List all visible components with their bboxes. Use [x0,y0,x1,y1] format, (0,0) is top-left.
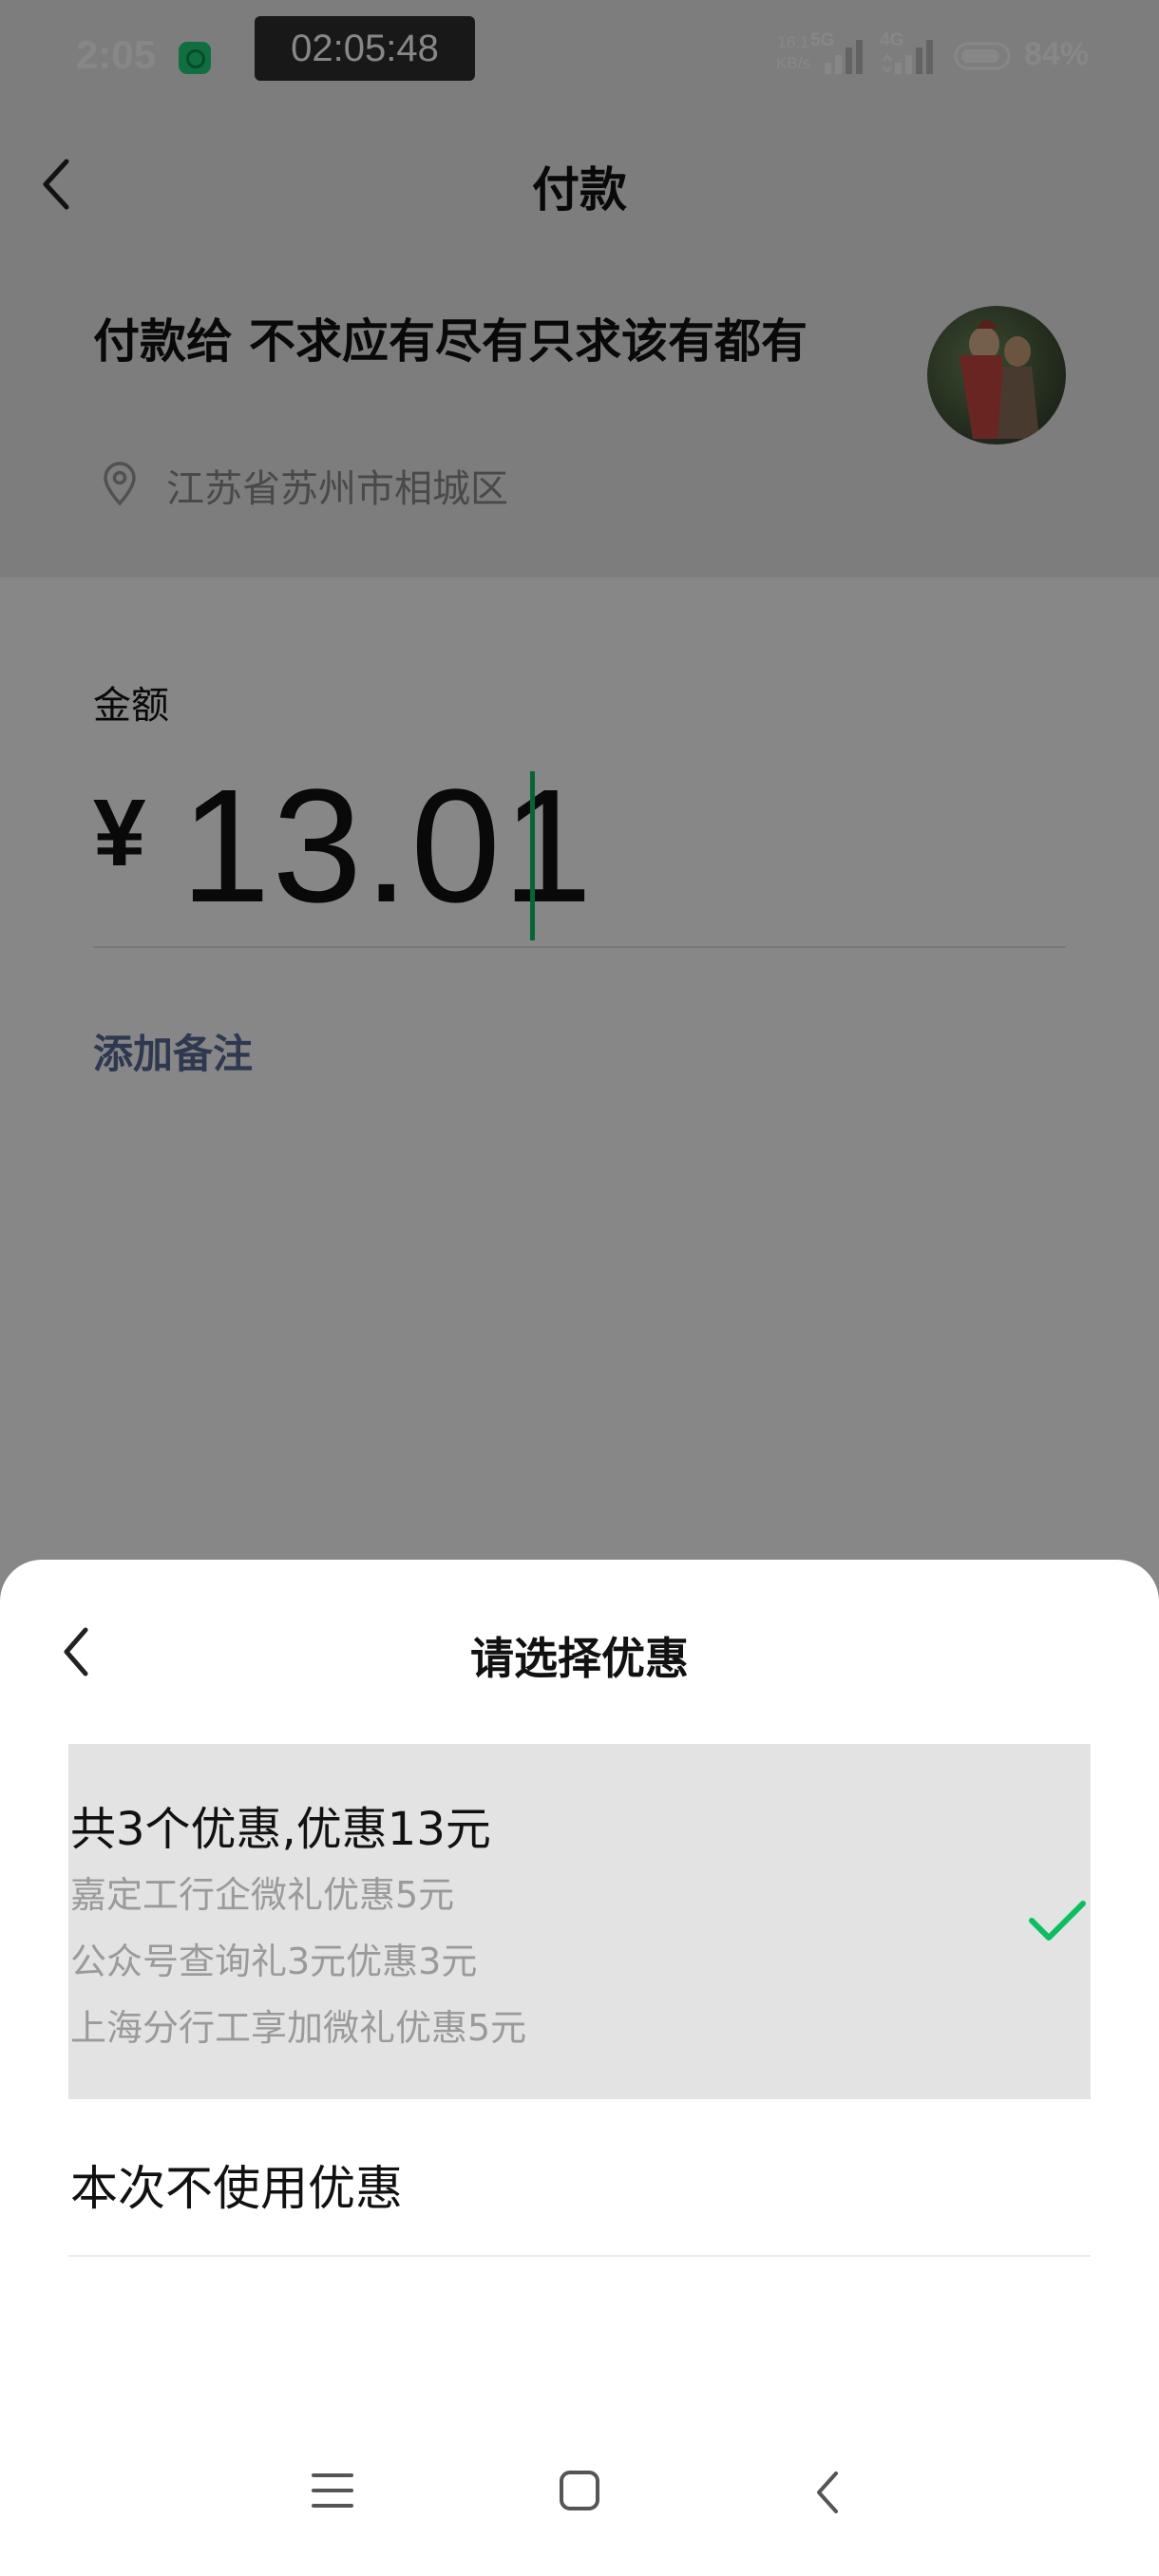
discount-detail: 上海分行工享加微礼优惠5元 [70,2007,527,2049]
home-icon[interactable] [559,2470,600,2511]
back-icon[interactable] [813,2470,842,2515]
sheet-title: 请选择优惠 [470,1633,689,1684]
discount-option-title: 共3个优惠,优惠13元 [70,1803,491,1856]
no-discount-option[interactable]: 本次不使用优惠 [70,2150,403,2219]
discount-option-selected[interactable]: 共3个优惠,优惠13元 嘉定工行企微礼优惠5元 公众号查询礼3元优惠3元 上海分… [68,1744,1091,2099]
option-divider [68,2255,1091,2257]
discount-detail: 嘉定工行企微礼优惠5元 [70,1874,455,1916]
discount-detail: 公众号查询礼3元优惠3元 [70,1941,478,1982]
menu-icon[interactable] [312,2472,353,2510]
checkmark-icon [1029,1901,1086,1941]
discount-sheet: 请选择优惠 共3个优惠,优惠13元 嘉定工行企微礼优惠5元 公众号查询礼3元优惠… [0,1560,1159,2576]
